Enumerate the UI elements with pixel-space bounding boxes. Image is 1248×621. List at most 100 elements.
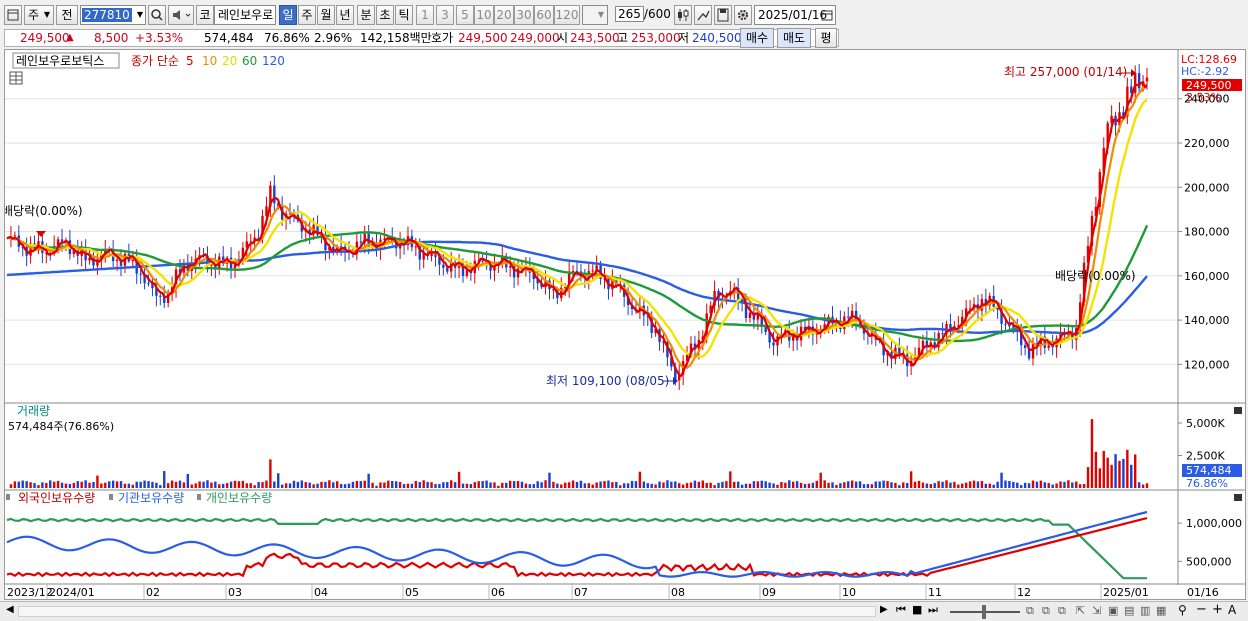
volume-bar (186, 473, 190, 488)
last-page-icon[interactable]: ⏭ (928, 603, 938, 617)
layout-icon[interactable]: ⧉ (1042, 604, 1050, 618)
volume-bar (536, 481, 539, 488)
candle-body (564, 287, 567, 289)
tab-second[interactable]: 초 (376, 5, 394, 25)
num-tab-3[interactable]: 3 (436, 5, 454, 25)
volume-bar (689, 482, 693, 488)
stock-name-field[interactable]: 레인보우로 (214, 5, 276, 25)
speaker-icon[interactable] (168, 5, 194, 25)
volume-bar (473, 482, 476, 488)
draw-tool-icon[interactable] (694, 5, 712, 25)
tool-icon[interactable]: ▣ (1108, 604, 1118, 617)
candle-body (159, 295, 162, 297)
scroll-left-icon[interactable]: ◀ (6, 604, 14, 615)
volume-bar (1098, 468, 1102, 488)
num-tab-120[interactable]: 120 (554, 5, 580, 25)
font-size-icon[interactable]: A (1228, 603, 1236, 617)
volume-bar (961, 483, 964, 488)
layout-icon[interactable]: ⧉ (1058, 604, 1066, 618)
volume-bar (1090, 419, 1094, 488)
zoom-out-icon[interactable]: − (1196, 602, 1207, 617)
legend-ma5: 5 (186, 54, 194, 68)
layout-icon[interactable]: ⧉ (1026, 604, 1034, 618)
volume-bar (505, 482, 508, 488)
table-icon[interactable] (9, 71, 23, 85)
volume-bar (811, 482, 815, 488)
tool-icon[interactable]: ▤ (1124, 604, 1134, 617)
gear-icon[interactable] (734, 5, 752, 25)
save-icon[interactable] (714, 5, 732, 25)
volume-bar (269, 459, 272, 488)
volume-bar (225, 483, 229, 488)
panel-close-icon[interactable] (1234, 407, 1242, 414)
tool-icon[interactable]: ⇲ (1092, 604, 1101, 617)
volume-bar (670, 481, 673, 488)
sell-button[interactable]: 매도 (777, 28, 811, 48)
first-page-icon[interactable]: ⏮ (896, 603, 906, 617)
buy-button[interactable]: 매수 (740, 28, 774, 48)
num-tab-20[interactable]: 20 (494, 5, 514, 25)
calendar-icon[interactable] (821, 8, 833, 24)
count-field[interactable]: 265/600 (612, 5, 670, 25)
tab-year[interactable]: 년 (336, 5, 354, 25)
tab-minute[interactable]: 분 (357, 5, 375, 25)
panel-close-icon[interactable] (1234, 494, 1242, 501)
tab-day[interactable]: 일 (279, 5, 297, 25)
chart-panel[interactable]: 레인보우로보틱스 종가 단순 5 10 20 60 120 LC:128.69 … (2, 49, 1246, 600)
volume-bar (740, 484, 744, 488)
flat-button[interactable]: 평 (815, 28, 837, 48)
volume-bar (339, 483, 343, 488)
code-input[interactable]: 277810 ▼ (80, 5, 146, 25)
zoom-in-icon[interactable]: + (1212, 602, 1223, 617)
period-dropdown[interactable]: 주 ▼ (24, 5, 54, 25)
tab-tick[interactable]: 틱 (395, 5, 413, 25)
volume-bar (253, 485, 256, 488)
volume-bar (548, 472, 551, 488)
search-icon[interactable]: ⚲ (1178, 603, 1187, 617)
menu-icon[interactable] (4, 5, 22, 25)
scrollbar-track[interactable] (18, 606, 876, 617)
num-tab-5[interactable]: 5 (456, 5, 474, 25)
num-tab-1[interactable]: 1 (416, 5, 434, 25)
volume-bar (391, 480, 394, 488)
unit-dropdown[interactable]: ▼ (582, 5, 608, 25)
volume-bar (599, 481, 602, 488)
volume-bar (229, 481, 233, 488)
tab-week[interactable]: 주 (298, 5, 316, 25)
volume-bar (760, 480, 763, 488)
kr-button[interactable]: 코 (196, 5, 214, 25)
date-input[interactable]: 2025/01/16 (754, 5, 836, 25)
tab-month[interactable]: 월 (317, 5, 335, 25)
tool-icon[interactable]: ⇱ (1076, 604, 1085, 617)
stop-icon[interactable]: ■ (912, 603, 922, 616)
moving-averages (6, 81, 1149, 378)
tool-icon[interactable]: ▦ (1156, 604, 1166, 617)
num-tab-10[interactable]: 10 (474, 5, 494, 25)
chevron-down-icon: ▼ (136, 10, 143, 19)
tool-icon[interactable]: ▥ (1140, 604, 1150, 617)
num-tab-60[interactable]: 60 (534, 5, 554, 25)
volume-bar (1039, 480, 1043, 488)
volume-bar (123, 483, 127, 488)
volume-bar (666, 480, 669, 488)
volume-bar (394, 481, 398, 488)
volume-bar (131, 484, 134, 488)
volume-bar (461, 483, 465, 488)
volume-bar (312, 484, 315, 488)
volume-bar (646, 483, 649, 488)
search-icon[interactable] (148, 5, 166, 25)
volume-bar (422, 480, 425, 488)
num-tab-30[interactable]: 30 (514, 5, 534, 25)
volume-bar (442, 482, 445, 488)
prev-button[interactable]: 전 (56, 5, 78, 25)
zoom-slider-handle[interactable] (982, 605, 986, 619)
volume-bar (524, 483, 528, 488)
volume-bar (736, 481, 740, 488)
volume-bar (815, 480, 818, 488)
candle-body (339, 246, 343, 248)
candle-icon[interactable] (674, 5, 692, 25)
volume-bar (233, 480, 237, 488)
volume-bar (21, 480, 24, 488)
volume-bar (681, 484, 685, 488)
scroll-right-icon[interactable]: ▶ (880, 604, 888, 615)
